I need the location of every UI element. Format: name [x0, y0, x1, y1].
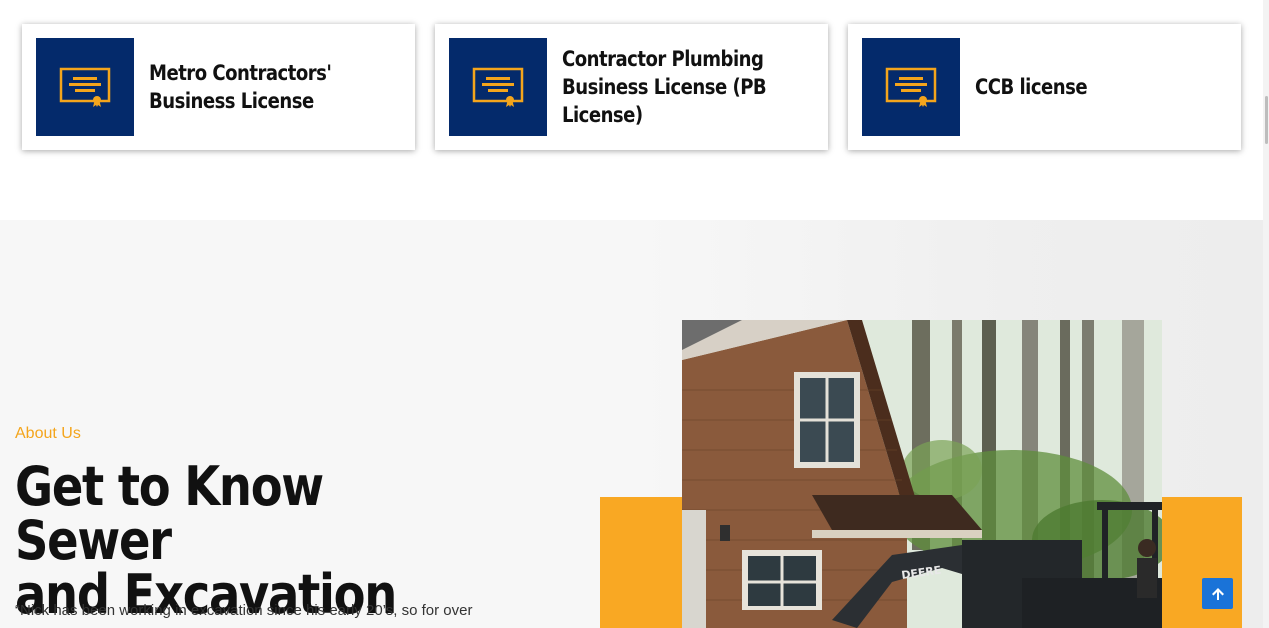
license-card-title: Metro Contractors' Business License — [149, 61, 332, 113]
scrollbar-thumb[interactable] — [1265, 96, 1268, 144]
arrow-up-icon — [1211, 587, 1224, 600]
license-card-plumbing: Contractor Plumbing Business License (PB… — [435, 24, 828, 150]
certificate-icon — [449, 38, 547, 136]
about-paragraph: “Nick has been working in excavation sin… — [15, 602, 473, 619]
scrollbar-track[interactable] — [1263, 0, 1269, 628]
license-card-metro: Metro Contractors' Business License — [22, 24, 415, 150]
house-excavator-photo: DEERE — [682, 320, 1162, 628]
back-to-top-button[interactable] — [1202, 578, 1233, 609]
licenses-section: Metro Contractors' Business License Cont… — [0, 0, 1263, 220]
about-section: About Us Get to Know Sewer and Excavatio… — [0, 220, 1263, 628]
license-card-title: Contractor Plumbing Business License (PB… — [562, 47, 767, 127]
orange-accent-left — [600, 497, 682, 628]
about-eyebrow: About Us — [15, 425, 81, 442]
about-heading: Get to Know Sewer and Excavation — [15, 455, 397, 626]
certificate-icon — [36, 38, 134, 136]
certificate-icon — [862, 38, 960, 136]
license-card-ccb: CCB license — [848, 24, 1241, 150]
license-card-title: CCB license — [975, 75, 1088, 99]
